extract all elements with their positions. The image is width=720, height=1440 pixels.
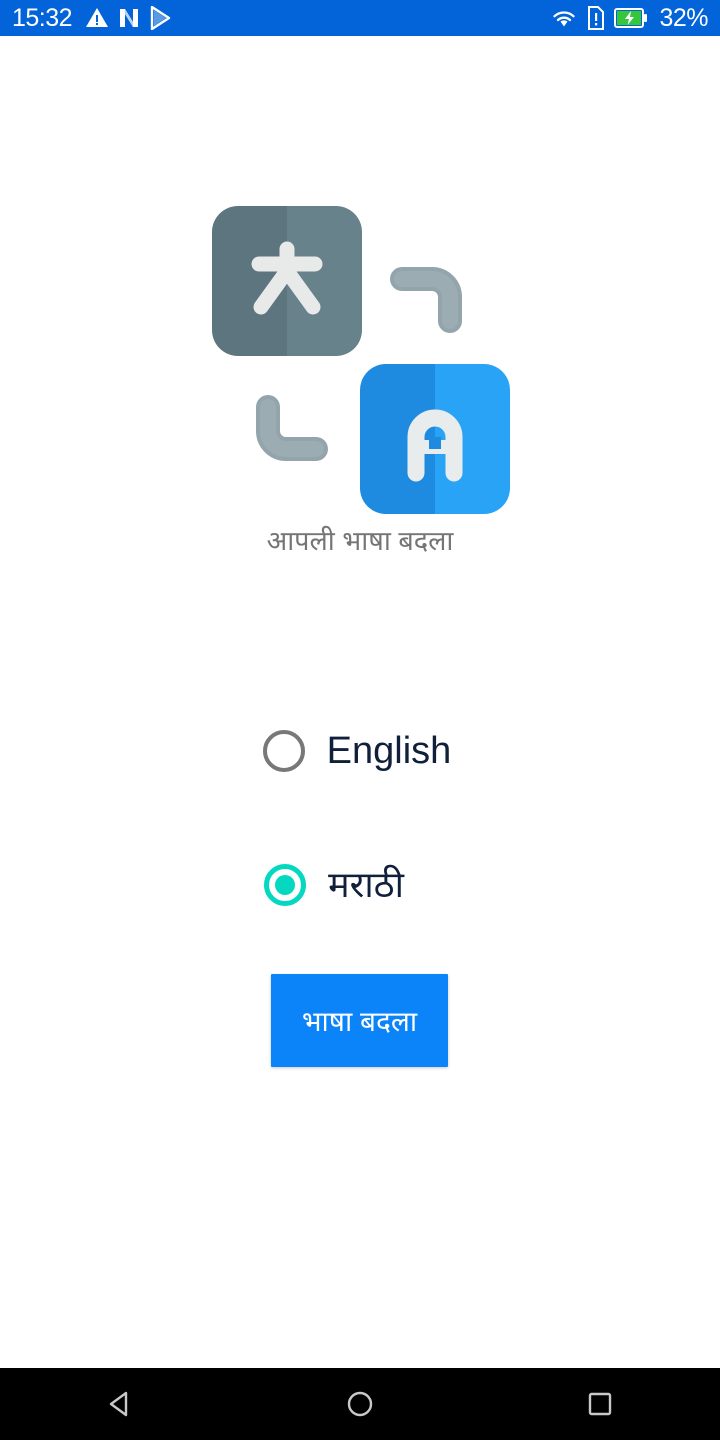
language-options-group: English मराठी [0,716,720,920]
language-option-english[interactable]: English [0,716,720,786]
radio-marathi-icon[interactable] [264,864,307,906]
hero-subtitle: आपली भाषा बदला [266,526,454,556]
target-language-glyph [360,364,510,514]
status-bar-right-group: 32% [550,3,708,32]
android-navigation-bar [0,1368,720,1440]
status-bar-clock: 15:32 [12,3,73,32]
sim-alert-icon [587,6,605,30]
status-bar: 15:32 32% [0,0,720,36]
radio-selected-dot [275,875,296,895]
battery-percent-label: 32% [659,3,708,32]
language-option-marathi[interactable]: मराठी [0,850,720,920]
warning-triangle-icon [85,7,109,29]
home-button[interactable] [300,1368,420,1440]
main-content: आपली भाषा बदला English मराठी भाषा बदला [0,36,720,1368]
recents-button[interactable] [540,1368,660,1440]
back-button[interactable] [60,1368,180,1440]
source-language-glyph [212,206,362,356]
language-option-marathi-label: मराठी [328,864,404,905]
netflix-n-icon [118,7,140,29]
status-bar-left-group: 15:32 [12,3,171,32]
language-option-english-label: English [326,730,452,772]
target-language-tile [360,364,510,514]
translate-language-icon [206,201,516,514]
play-store-icon [149,6,171,30]
wifi-icon [550,7,578,29]
radio-english-icon[interactable] [262,730,305,772]
change-language-button[interactable]: भाषा बदला [271,974,448,1067]
source-language-tile [212,206,362,356]
arrow-arc-bottom-left-icon [256,395,328,461]
arrow-arc-top-right-icon [390,267,462,333]
battery-charging-icon [614,8,648,28]
